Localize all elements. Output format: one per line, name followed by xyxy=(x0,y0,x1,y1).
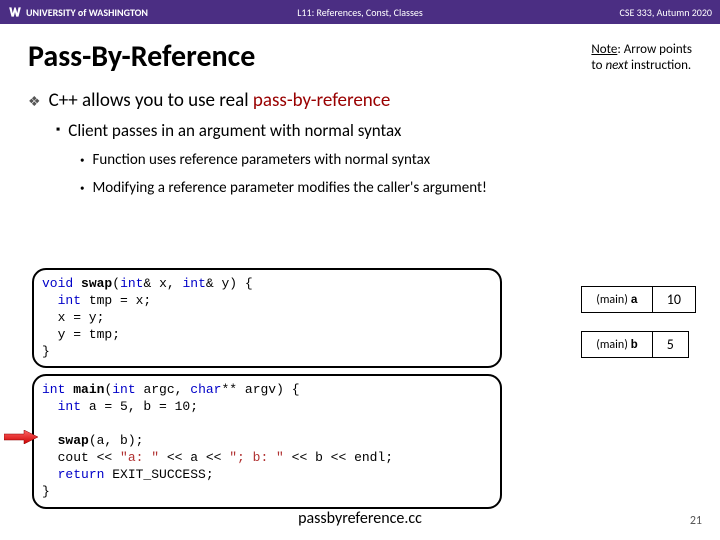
bullet-list: ❖ C++ allows you to use real pass-by-ref… xyxy=(28,89,692,197)
var-a-label: (main) a xyxy=(582,287,653,313)
bullet-level3: • Function uses reference parameters wit… xyxy=(80,151,692,169)
variable-boxes: (main) a 10 (main) b 5 xyxy=(581,286,696,376)
square-bullet-icon: ▪ xyxy=(56,123,60,141)
diamond-bullet-icon: ❖ xyxy=(28,93,41,112)
code-main-text: int main(int argc, char** argv) { int a … xyxy=(42,382,492,500)
var-a-value: 10 xyxy=(652,287,695,313)
page-title: Pass-By-Reference xyxy=(28,38,255,75)
dot-bullet-icon: • xyxy=(80,183,84,197)
var-a: (main) a 10 xyxy=(581,286,696,313)
var-b-value: 5 xyxy=(652,332,688,358)
topbar: UNIVERSITY of WASHINGTON L11: References… xyxy=(0,0,720,24)
var-b-label: (main) b xyxy=(582,332,653,358)
note: Note: Arrow points to next instruction. xyxy=(591,42,692,73)
code-swap: void swap(int& x, int& y) { int tmp = x;… xyxy=(32,268,502,368)
page-number: 21 xyxy=(690,514,702,528)
course-term: CSE 333, Autumn 2020 xyxy=(620,6,712,19)
code-swap-text: void swap(int& x, int& y) { int tmp = x;… xyxy=(42,276,492,360)
uw-logo-icon xyxy=(8,5,22,19)
bullet-level3: • Modifying a reference parameter modifi… xyxy=(80,179,692,197)
lecture-title: L11: References, Const, Classes xyxy=(297,6,423,19)
filename: passbyreference.cc xyxy=(298,509,422,528)
code-region: void swap(int& x, int& y) { int tmp = x;… xyxy=(32,268,502,509)
dot-bullet-icon: • xyxy=(80,155,84,169)
arrow-icon xyxy=(4,430,38,444)
bullet-level2: ▪ Client passes in an argument with norm… xyxy=(56,120,692,141)
brand: UNIVERSITY of WASHINGTON xyxy=(8,5,148,19)
bullet-level1: ❖ C++ allows you to use real pass-by-ref… xyxy=(28,89,692,112)
var-b: (main) b 5 xyxy=(581,331,689,358)
code-main: int main(int argc, char** argv) { int a … xyxy=(32,374,502,508)
brand-text: UNIVERSITY of WASHINGTON xyxy=(26,6,148,19)
